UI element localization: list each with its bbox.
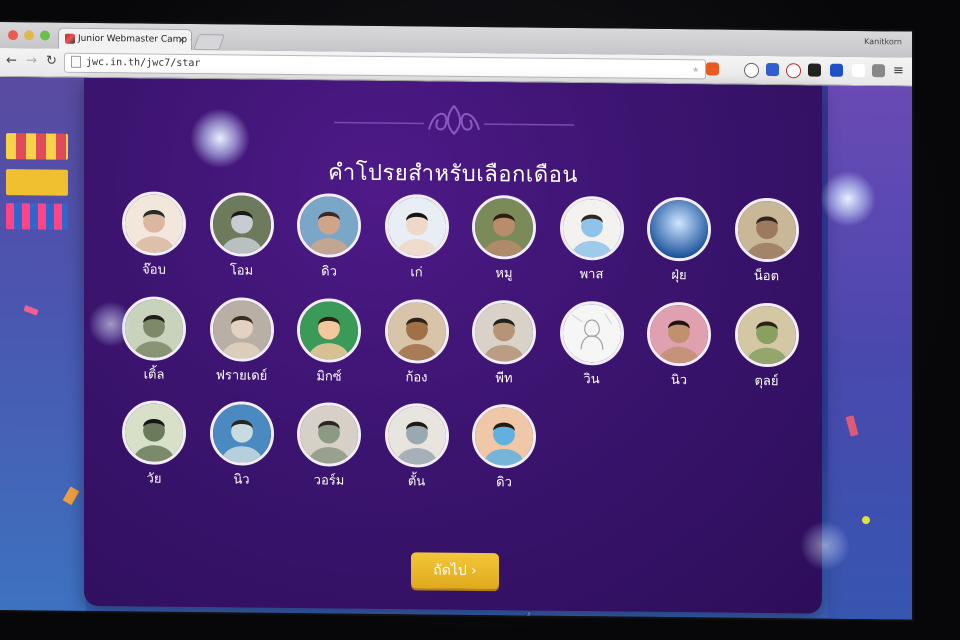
extension-flame-icon[interactable] — [706, 62, 719, 76]
browser-tab[interactable]: Junior Webmaster Camp # × — [58, 27, 192, 52]
avatar-profile-photo[interactable] — [122, 400, 186, 465]
avatar-profile-photo[interactable] — [384, 194, 449, 259]
person-name: โอม — [229, 263, 254, 279]
confetti-shape — [862, 516, 870, 525]
person-name: น็อต — [753, 268, 780, 285]
tab-title: Junior Webmaster Camp # — [78, 33, 192, 46]
avatar-profile-photo[interactable] — [734, 197, 799, 263]
avatar-sky-photo[interactable] — [647, 196, 711, 262]
person-name: ก้อง — [405, 370, 428, 386]
avatar-profile-photo[interactable] — [122, 191, 186, 256]
building-illustration — [6, 203, 68, 230]
avatar-stormtrooper-photo[interactable] — [209, 192, 274, 257]
avatar-profile-photo[interactable] — [559, 195, 624, 261]
extension-gear-icon[interactable] — [872, 64, 885, 78]
reload-icon[interactable]: ↻ — [46, 53, 57, 68]
person-name: วัย — [146, 471, 162, 487]
person-name: ฟรายเดย์ — [215, 368, 268, 384]
page-title: คำโปรยสำหรับเลือกเดือน — [328, 160, 578, 189]
back-arrow-icon[interactable]: ← — [6, 53, 17, 68]
next-button[interactable]: ถัดไป › — [411, 552, 499, 590]
person-name: พาส — [579, 267, 604, 283]
avatar-profile-photo[interactable] — [209, 401, 274, 466]
extension-moon-icon[interactable] — [744, 62, 759, 78]
extension-v-icon[interactable] — [830, 63, 843, 77]
person-name: นิว — [670, 373, 688, 389]
person-name: มิกซ์ — [316, 369, 342, 385]
forward-arrow-icon[interactable]: → — [26, 53, 37, 68]
avatar-profile-photo[interactable] — [297, 298, 361, 363]
extension-clock-icon[interactable] — [786, 63, 801, 79]
person-name: ตุลย์ — [754, 373, 779, 390]
avatar-profile-photo[interactable] — [209, 297, 274, 362]
avatar-profile-photo[interactable] — [472, 403, 536, 469]
ornament-flourish-icon — [334, 105, 574, 136]
site-favicon-icon — [65, 33, 75, 44]
person-name: นิว — [233, 472, 250, 488]
bookmark-star-icon[interactable]: ★ — [692, 60, 699, 78]
extension-s-icon[interactable] — [852, 63, 865, 78]
avatar-profile-photo[interactable] — [384, 299, 449, 364]
tab-close-icon[interactable]: × — [178, 30, 186, 51]
new-tab-button[interactable] — [193, 34, 225, 51]
avatar-profile-photo[interactable] — [122, 296, 186, 361]
person-name: ตั้น — [407, 474, 426, 490]
building-illustration — [6, 169, 68, 196]
avatar-profile-photo[interactable] — [472, 299, 536, 365]
building-illustration — [6, 133, 68, 160]
chevron-right-icon: › — [471, 562, 477, 579]
address-bar[interactable]: jwc.in.th/jwc7/star ★ — [64, 52, 706, 80]
monitor-screen: Junior Webmaster Camp # × Kanitkorn ← → … — [0, 22, 912, 620]
avatar-profile-photo[interactable] — [647, 301, 711, 367]
background-illustration-right — [828, 85, 912, 620]
person-name: ฝุ่ย — [671, 268, 687, 284]
address-bar-url: jwc.in.th/jwc7/star — [86, 56, 201, 70]
page-content: คำโปรยสำหรับเลือกเดือน ถัดไป › จ๊อบ โอม ดิ… — [0, 77, 912, 620]
selection-panel: คำโปรยสำหรับเลือกเดือน ถัดไป › จ๊อบ โอม ดิ… — [84, 77, 822, 614]
profile-name[interactable]: Kanitkorn — [864, 37, 902, 46]
person-name: จ๊อบ — [142, 262, 166, 278]
person-name: วอร์ม — [313, 473, 345, 489]
person-name: เก่ — [410, 265, 423, 281]
avatar-sketch-photo[interactable] — [559, 300, 624, 366]
person-name: หมู — [495, 266, 513, 282]
page-icon — [71, 55, 81, 68]
avatar-profile-photo[interactable] — [297, 193, 361, 258]
avatar-profile-photo[interactable] — [472, 194, 536, 260]
minimize-window-button[interactable] — [24, 30, 34, 41]
extension-screen-icon[interactable] — [766, 63, 779, 77]
background-illustration-left — [0, 77, 86, 611]
avatar-profile-photo[interactable] — [297, 402, 361, 467]
close-window-button[interactable] — [8, 30, 18, 41]
person-name: ดิว — [321, 264, 337, 280]
avatar-profile-photo[interactable] — [384, 403, 449, 468]
maximize-window-button[interactable] — [40, 30, 50, 41]
person-name: เติ้ล — [143, 367, 165, 383]
avatar-profile-photo[interactable] — [734, 302, 799, 368]
next-button-label: ถัดไป — [433, 562, 467, 579]
extension-arrow-icon[interactable] — [808, 63, 821, 77]
browser-menu-icon[interactable]: ≡ — [893, 63, 904, 78]
person-name: วิน — [583, 372, 600, 388]
person-name: ดิว — [496, 475, 512, 491]
person-name: พีท — [495, 371, 513, 387]
